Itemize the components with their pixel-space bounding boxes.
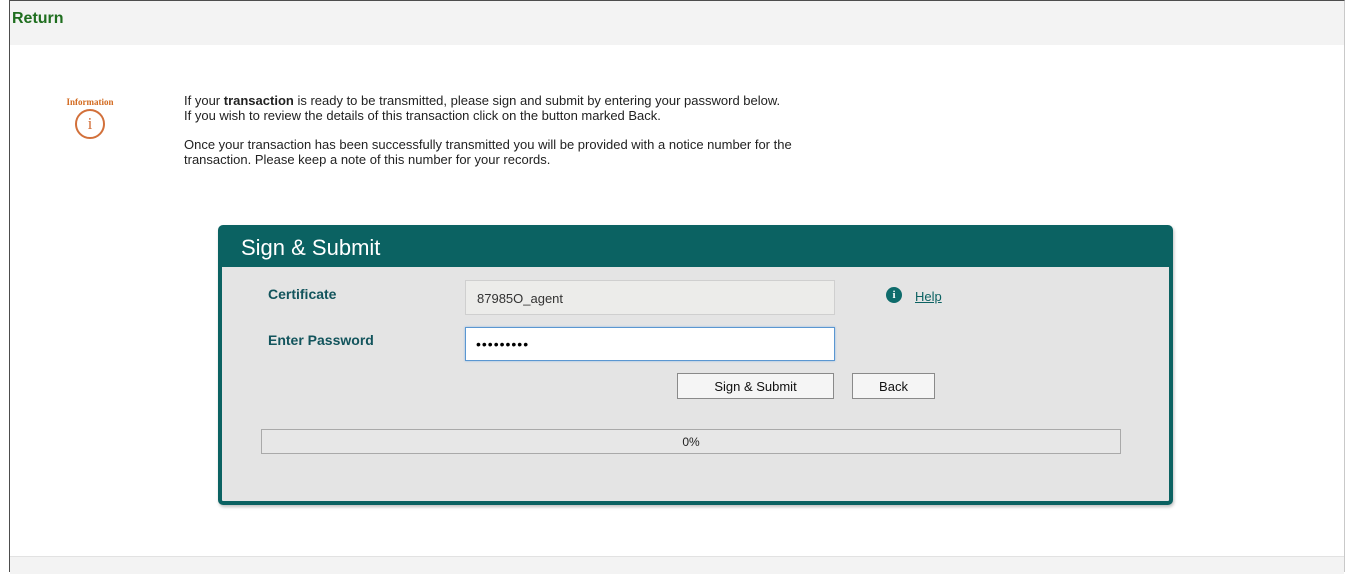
password-label: Enter Password xyxy=(268,332,374,348)
information-label: Information xyxy=(66,97,114,107)
back-button[interactable]: Back xyxy=(852,373,935,399)
message-line-1: If your transaction is ready to be trans… xyxy=(184,93,781,108)
page-footer xyxy=(10,556,1344,574)
info-icon: i xyxy=(75,109,105,139)
message-line-4: transaction. Please keep a note of this … xyxy=(184,152,551,167)
panel-title-bar: Sign & Submit xyxy=(222,229,1169,267)
password-input[interactable] xyxy=(465,327,835,361)
emphasis-transaction: transaction xyxy=(223,93,294,108)
progress-text: 0% xyxy=(682,435,700,449)
information-block: Information i xyxy=(48,97,132,139)
page-title: Return xyxy=(12,10,64,27)
page-header: Return xyxy=(10,1,1344,45)
help-link[interactable]: Help xyxy=(915,289,942,304)
page-frame: Return Information i If your transaction… xyxy=(9,0,1345,574)
instruction-message: If your transaction is ready to be trans… xyxy=(184,93,1184,167)
help-info-icon: i xyxy=(886,287,902,303)
message-line-3: Once your transaction has been successfu… xyxy=(184,137,792,152)
certificate-field: 87985O_agent xyxy=(465,280,835,315)
message-line-2: If you wish to review the details of thi… xyxy=(184,108,661,123)
certificate-label: Certificate xyxy=(268,286,337,302)
sign-submit-panel: Sign & Submit Certificate 87985O_agent i… xyxy=(218,225,1173,505)
panel-title: Sign & Submit xyxy=(241,235,381,260)
progress-bar: 0% xyxy=(261,429,1121,454)
sign-submit-button[interactable]: Sign & Submit xyxy=(677,373,834,399)
